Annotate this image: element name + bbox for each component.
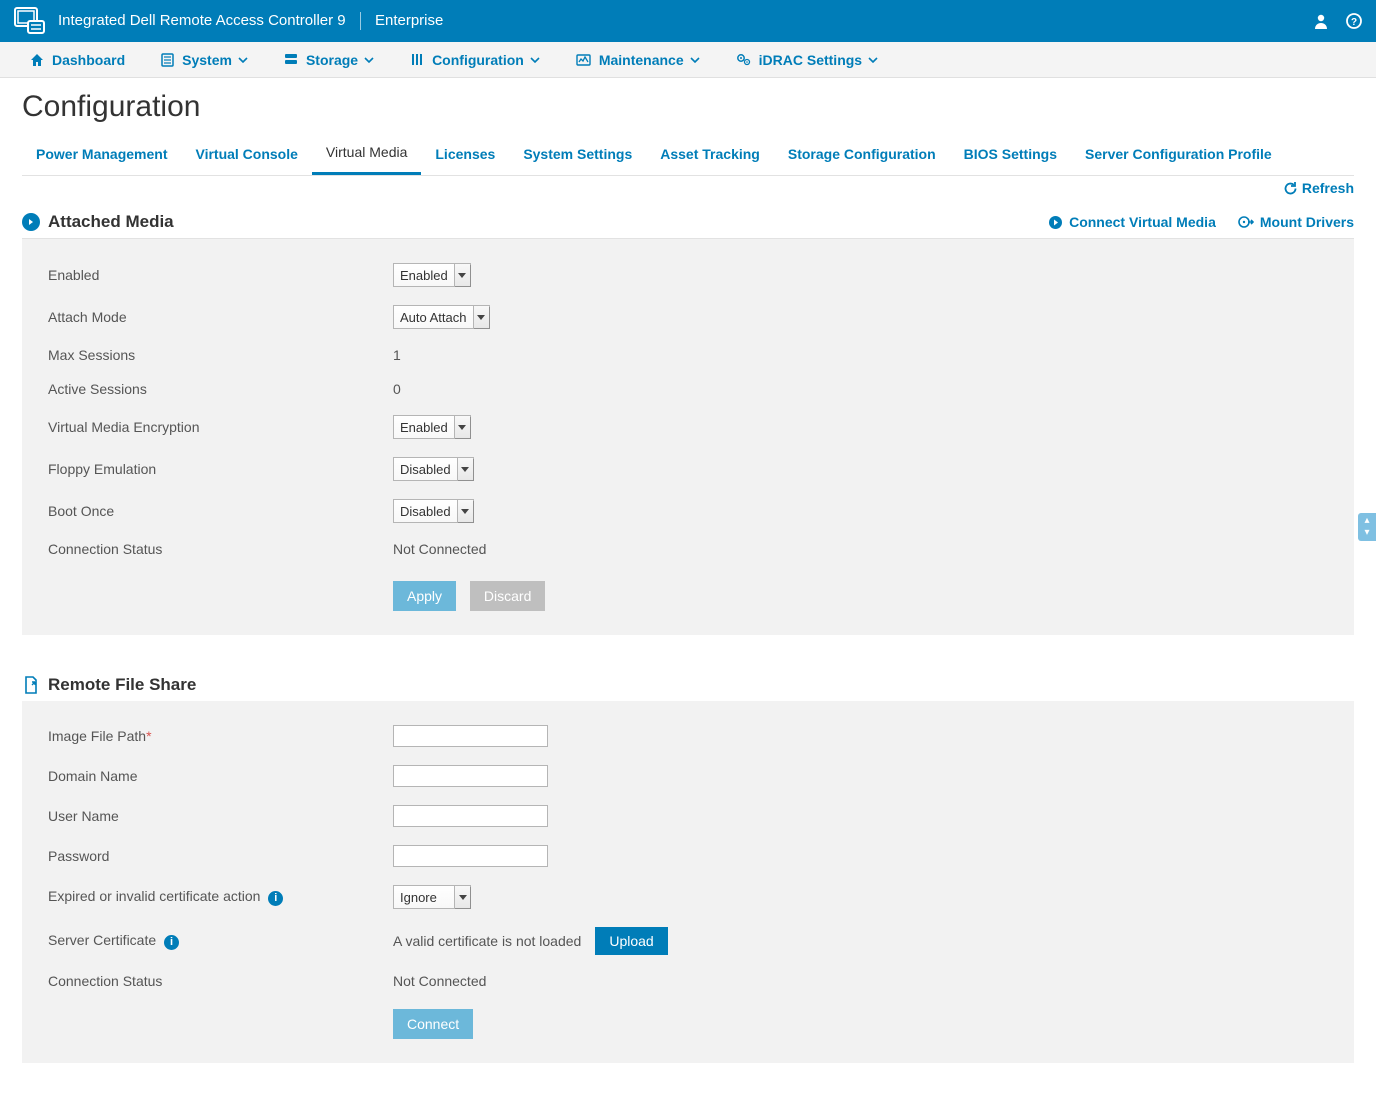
- chevron-down-icon: [454, 264, 470, 286]
- label-floppy-emulation: Floppy Emulation: [48, 461, 393, 477]
- tab-licenses[interactable]: Licenses: [421, 136, 509, 174]
- select-certificate-action[interactable]: Ignore: [393, 885, 471, 909]
- refresh-link[interactable]: Refresh: [1283, 180, 1354, 196]
- label-password: Password: [48, 848, 393, 864]
- select-floppy-emulation[interactable]: Disabled: [393, 457, 474, 481]
- chevron-down-icon: [868, 57, 878, 63]
- svg-text:?: ?: [1351, 17, 1357, 28]
- top-nav: Dashboard System Storage Configuration M…: [0, 42, 1376, 78]
- chevron-down-icon: [454, 416, 470, 438]
- scroll-handle[interactable]: ▴ ▾: [1358, 513, 1376, 541]
- label-enabled: Enabled: [48, 267, 393, 283]
- info-icon[interactable]: i: [268, 891, 283, 906]
- maintenance-icon: [576, 54, 591, 66]
- tab-asset-tracking[interactable]: Asset Tracking: [646, 136, 774, 174]
- chevron-down-icon: [457, 458, 473, 480]
- nav-system[interactable]: System: [143, 42, 266, 77]
- label-user-name: User Name: [48, 808, 393, 824]
- chevron-down-icon: [530, 57, 540, 63]
- value-rfs-connection-status: Not Connected: [393, 973, 486, 989]
- select-attach-mode[interactable]: Auto Attach: [393, 305, 490, 329]
- select-boot-once[interactable]: Disabled: [393, 499, 474, 523]
- nav-configuration[interactable]: Configuration: [392, 42, 558, 77]
- user-icon[interactable]: [1314, 13, 1328, 29]
- label-vm-encryption: Virtual Media Encryption: [48, 419, 393, 435]
- tab-virtual-console[interactable]: Virtual Console: [181, 136, 311, 174]
- chevron-down-icon: [690, 57, 700, 63]
- nav-storage[interactable]: Storage: [266, 42, 392, 77]
- tab-storage-configuration[interactable]: Storage Configuration: [774, 136, 950, 174]
- value-connection-status: Not Connected: [393, 541, 486, 557]
- value-active-sessions: 0: [393, 381, 401, 397]
- label-connection-status: Connection Status: [48, 541, 393, 557]
- apply-button[interactable]: Apply: [393, 581, 456, 611]
- help-icon[interactable]: ?: [1346, 13, 1362, 29]
- tab-virtual-media[interactable]: Virtual Media: [312, 134, 421, 175]
- label-active-sessions: Active Sessions: [48, 381, 393, 397]
- info-icon[interactable]: i: [164, 935, 179, 950]
- section-attached-media: Attached Media Connect Virtual Media Mou…: [22, 206, 1354, 635]
- home-icon: [30, 53, 44, 67]
- nav-maintenance[interactable]: Maintenance: [558, 42, 718, 77]
- brand-icon: [14, 7, 46, 35]
- label-server-certificate: Server Certificate i: [48, 932, 393, 950]
- discard-button[interactable]: Discard: [470, 581, 545, 611]
- page-title: Configuration: [22, 90, 1354, 124]
- image-file-path-input[interactable]: [393, 725, 548, 747]
- sliders-icon: [410, 53, 424, 66]
- storage-icon: [284, 53, 298, 66]
- label-attach-mode: Attach Mode: [48, 309, 393, 325]
- chevron-down-icon: [473, 306, 489, 328]
- refresh-icon: [1283, 181, 1298, 196]
- play-circle-icon: [1048, 215, 1063, 230]
- chevron-down-icon: [364, 57, 374, 63]
- chevron-down-icon: [454, 886, 470, 908]
- connect-virtual-media-link[interactable]: Connect Virtual Media: [1048, 214, 1216, 230]
- label-max-sessions: Max Sessions: [48, 347, 393, 363]
- connect-button[interactable]: Connect: [393, 1009, 473, 1039]
- file-share-icon: [22, 676, 40, 694]
- chevron-down-icon: ▾: [1364, 527, 1369, 539]
- chevron-down-icon: [457, 500, 473, 522]
- section-title: Remote File Share: [48, 675, 196, 695]
- system-icon: [161, 53, 174, 67]
- value-max-sessions: 1: [393, 347, 401, 363]
- value-server-certificate-msg: A valid certificate is not loaded: [393, 933, 581, 949]
- select-vm-encryption[interactable]: Enabled: [393, 415, 471, 439]
- label-domain-name: Domain Name: [48, 768, 393, 784]
- banner-title: Integrated Dell Remote Access Controller…: [58, 12, 443, 30]
- chevron-down-icon: [238, 57, 248, 63]
- tab-server-configuration-profile[interactable]: Server Configuration Profile: [1071, 136, 1286, 174]
- top-banner: Integrated Dell Remote Access Controller…: [0, 0, 1376, 42]
- gears-icon: [736, 53, 751, 66]
- chevron-up-icon: ▴: [1364, 515, 1369, 527]
- section-toggle-icon[interactable]: [22, 213, 40, 231]
- select-enabled[interactable]: Enabled: [393, 263, 471, 287]
- mount-icon: [1238, 215, 1254, 229]
- password-input[interactable]: [393, 845, 548, 867]
- section-remote-file-share: Remote File Share Image File Path* Domai…: [22, 669, 1354, 1063]
- nav-dashboard[interactable]: Dashboard: [12, 42, 143, 77]
- tab-system-settings[interactable]: System Settings: [509, 136, 646, 174]
- nav-idrac-settings[interactable]: iDRAC Settings: [718, 42, 896, 77]
- label-image-file-path: Image File Path*: [48, 728, 393, 744]
- tab-bar: Power Management Virtual Console Virtual…: [22, 134, 1354, 176]
- section-title: Attached Media: [48, 212, 174, 232]
- label-certificate-action: Expired or invalid certificate action i: [48, 888, 393, 906]
- tab-bios-settings[interactable]: BIOS Settings: [950, 136, 1071, 174]
- user-name-input[interactable]: [393, 805, 548, 827]
- upload-button[interactable]: Upload: [595, 927, 667, 955]
- label-rfs-connection-status: Connection Status: [48, 973, 393, 989]
- tab-power-management[interactable]: Power Management: [22, 136, 181, 174]
- label-boot-once: Boot Once: [48, 503, 393, 519]
- domain-name-input[interactable]: [393, 765, 548, 787]
- mount-drivers-link[interactable]: Mount Drivers: [1238, 214, 1354, 230]
